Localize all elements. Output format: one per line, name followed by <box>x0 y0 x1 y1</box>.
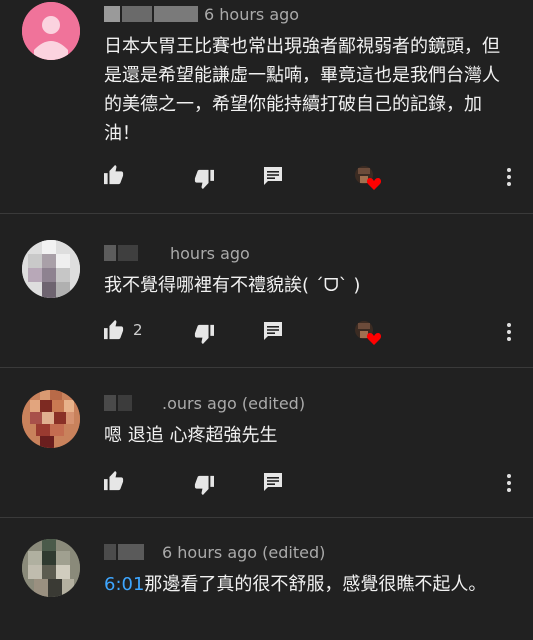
creator-heart-icon <box>366 178 382 190</box>
redacted-author <box>104 544 116 560</box>
more-vert-icon <box>507 337 511 341</box>
thumb-up-icon <box>104 320 124 340</box>
comment-time[interactable]: hours ago <box>170 244 250 263</box>
comment-text: 我不覺得哪裡有不禮貌誒( ˊᗜˋ ) <box>104 275 361 296</box>
thumb-down-icon <box>194 169 214 189</box>
reply-button[interactable] <box>263 321 283 341</box>
thumb-up-icon <box>104 165 124 185</box>
avatar[interactable] <box>22 2 80 60</box>
redacted-author <box>118 245 138 261</box>
like-button[interactable] <box>103 165 125 185</box>
comment-meta: hours ago <box>104 244 250 263</box>
comment-time[interactable]: 6 hours ago <box>204 5 299 24</box>
redacted-author <box>104 6 120 22</box>
creator-heart-badge <box>354 319 382 345</box>
more-vert-icon <box>507 330 511 334</box>
redacted-author <box>118 544 144 560</box>
dislike-button[interactable] <box>193 169 215 189</box>
reply-icon <box>264 322 282 340</box>
more-vert-icon <box>507 175 511 179</box>
like-button[interactable] <box>103 471 125 491</box>
reply-button[interactable] <box>263 472 283 492</box>
reply-button[interactable] <box>263 166 283 186</box>
comment-text-body: 那邊看了真的很不舒服，感覺很瞧不起人。 <box>144 574 487 595</box>
redacted-author <box>118 395 132 411</box>
divider <box>0 367 533 368</box>
dislike-button[interactable] <box>193 324 215 344</box>
avatar[interactable] <box>22 390 80 448</box>
comment-text: 嗯 退追 心疼超強先生 <box>104 425 278 446</box>
like-count: 2 <box>133 321 143 339</box>
avatar[interactable] <box>22 539 80 597</box>
redacted-author <box>104 245 116 261</box>
like-button[interactable]: 2 <box>103 320 143 340</box>
more-options-button[interactable] <box>507 165 513 189</box>
more-vert-icon <box>507 488 511 492</box>
thumb-down-icon <box>194 324 214 344</box>
comment-time[interactable]: .ours ago (edited) <box>162 394 305 413</box>
more-vert-icon <box>507 481 511 485</box>
more-vert-icon <box>507 474 511 478</box>
comment-text: 6:01那邊看了真的很不舒服，感覺很瞧不起人。 <box>104 570 504 599</box>
redacted-author <box>104 395 116 411</box>
more-options-button[interactable] <box>507 320 513 344</box>
divider <box>0 517 533 518</box>
comment-meta: .ours ago (edited) <box>104 394 305 413</box>
comment-actions: 2 <box>0 318 533 348</box>
comment-actions <box>0 163 533 193</box>
more-options-button[interactable] <box>507 471 513 495</box>
comment-actions <box>0 469 533 499</box>
comment-text: 日本大胃王比賽也常出現強者鄙視弱者的鏡頭，但是還是希望能謙虛一點喃，畢竟這也是我… <box>104 36 500 144</box>
avatar[interactable] <box>22 240 80 298</box>
reply-icon <box>264 473 282 491</box>
reply-icon <box>264 167 282 185</box>
creator-heart-icon <box>366 333 382 345</box>
more-vert-icon <box>507 168 511 172</box>
redacted-author <box>122 6 152 22</box>
dislike-button[interactable] <box>193 475 215 495</box>
timestamp-link[interactable]: 6:01 <box>104 574 144 595</box>
thumb-down-icon <box>194 475 214 495</box>
divider <box>0 213 533 214</box>
more-vert-icon <box>507 182 511 186</box>
comment-time[interactable]: 6 hours ago (edited) <box>162 543 325 562</box>
redacted-author <box>154 6 198 22</box>
comment-meta: 6 hours ago (edited) <box>104 543 325 562</box>
creator-heart-badge <box>354 164 382 190</box>
comment-meta: 6 hours ago <box>104 5 299 24</box>
more-vert-icon <box>507 323 511 327</box>
thumb-up-icon <box>104 471 124 491</box>
